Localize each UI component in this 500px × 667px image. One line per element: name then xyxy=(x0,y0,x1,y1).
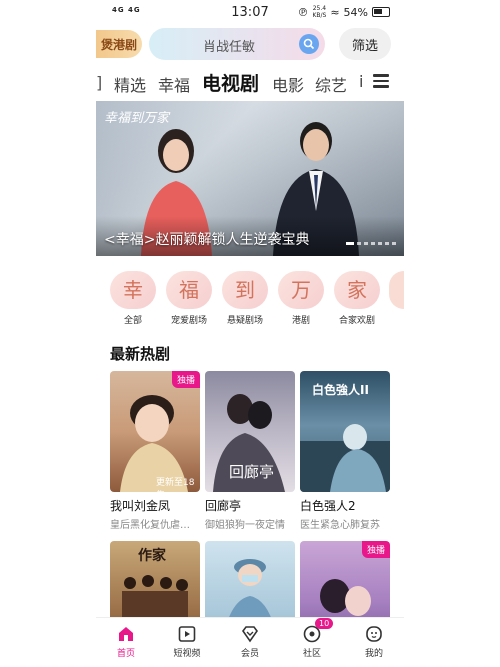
bluetooth-icon: ℗ xyxy=(297,5,309,19)
play-icon xyxy=(178,626,196,642)
filter-button[interactable]: 筛选 xyxy=(339,28,391,60)
nav-community[interactable]: 10 社区 xyxy=(287,618,337,659)
clock: 13:07 xyxy=(231,5,269,20)
banner-logo: 幸福到万家 xyxy=(104,111,170,126)
status-bar: 4G 4G 13:07 ℗ 25.4 KB/S ≈ 54% xyxy=(0,0,500,24)
exclusive-badge: 独播 xyxy=(171,371,200,388)
search-bar[interactable]: 肖战任敏 xyxy=(149,28,325,60)
category-badge: 福 xyxy=(166,271,212,309)
poster-art xyxy=(120,395,188,492)
drama-poster: 回廊亭 xyxy=(205,371,295,492)
nav-label: 首页 xyxy=(116,649,135,659)
category-badge: 幸 xyxy=(110,271,156,309)
banner-caption: <幸福>赵丽颖解锁人生逆袭宝典 xyxy=(104,232,310,248)
drama-card[interactable]: 独播 更新至18集 我叫刘金凤 皇后黑化复仇虐… xyxy=(110,371,200,531)
diamond-icon xyxy=(242,626,258,643)
category-hk-drama[interactable]: 万 港剧 xyxy=(278,271,324,326)
wifi-icon: ≈ xyxy=(330,5,340,19)
drama-card[interactable]: 白色強人II 白色强人2 医生紧急心肺复苏 xyxy=(300,371,390,531)
nav-profile[interactable]: 我的 xyxy=(349,624,399,659)
poster-title-text: 回廊亭 xyxy=(229,463,275,481)
nav-label: 短视频 xyxy=(173,649,201,659)
category-badge: 万 xyxy=(278,271,324,309)
hero-banner[interactable]: 幸福到万家 <幸福>赵丽颖解锁人生逆袭宝典 xyxy=(96,101,404,256)
tab-tv-series[interactable]: 电视剧 xyxy=(202,69,259,96)
nav-short-video[interactable]: 短视频 xyxy=(162,624,212,659)
nav-vip[interactable]: 会员 xyxy=(225,624,275,659)
drama-description: 皇后黑化复仇虐… xyxy=(110,520,190,531)
drama-title: 白色强人2 xyxy=(300,499,356,513)
tab-edge: ] xyxy=(96,73,103,92)
poster-title-text: 作家 xyxy=(138,548,166,564)
network-speed: 25.4 KB/S xyxy=(312,5,326,19)
menu-icon[interactable] xyxy=(373,74,389,88)
poster-episode-text: 更新至18集 xyxy=(156,478,195,492)
drama-poster: 白色強人II xyxy=(300,371,390,492)
nav-label: 我的 xyxy=(364,649,383,659)
category-label: 悬疑剧场 xyxy=(226,316,263,326)
bottom-navigation: 首页 短视频 会员 10 社区 我的 xyxy=(96,617,404,667)
drama-description: 御姐狼狗一夜定情 xyxy=(205,520,285,531)
battery-percent: 54% xyxy=(343,5,368,19)
category-label: 港剧 xyxy=(291,316,310,326)
nav-home[interactable]: 首页 xyxy=(101,624,151,659)
tab-happiness[interactable]: 幸福 xyxy=(158,72,190,96)
category-badge: 家 xyxy=(334,271,380,309)
tab-movies[interactable]: 电影 xyxy=(272,72,304,96)
nav-label: 社区 xyxy=(302,649,321,659)
speed-unit: KB/S xyxy=(312,12,327,19)
search-icon[interactable] xyxy=(299,34,319,54)
drama-poster: 独播 更新至18集 xyxy=(110,371,200,492)
profile-icon xyxy=(366,626,382,642)
category-label: 全部 xyxy=(123,316,142,326)
exclusive-badge: 独播 xyxy=(361,541,390,558)
category-all[interactable]: 幸 全部 xyxy=(110,271,156,326)
banner-pagination xyxy=(346,242,396,245)
category-label: 合家欢剧 xyxy=(338,316,375,326)
category-mystery[interactable]: 到 悬疑剧场 xyxy=(222,271,268,326)
nav-label: 会员 xyxy=(240,649,259,659)
battery-icon xyxy=(372,7,390,17)
drama-description: 医生紧急心肺复苏 xyxy=(300,520,380,531)
tab-more[interactable]: i xyxy=(359,72,363,91)
category-next-edge xyxy=(389,271,404,309)
category-label: 宠爱剧场 xyxy=(170,316,207,326)
notification-badge: 10 xyxy=(315,618,334,629)
poster-title-text: 白色強人II xyxy=(312,383,369,397)
category-family[interactable]: 家 合家欢剧 xyxy=(334,271,380,326)
search-placeholder: 肖战任敏 xyxy=(202,40,255,55)
category-romance[interactable]: 福 宠爱剧场 xyxy=(166,271,212,326)
status-right: ℗ 25.4 KB/S ≈ 54% xyxy=(297,5,390,19)
tab-featured[interactable]: 精选 xyxy=(114,72,146,96)
home-icon xyxy=(119,627,133,641)
tab-variety[interactable]: 综艺 xyxy=(315,72,347,96)
category-tabs: ] 精选 幸福 电视剧 电影 综艺 i xyxy=(96,68,396,96)
drama-card[interactable]: 回廊亭 回廊亭 御姐狼狗一夜定情 xyxy=(205,371,295,531)
speed-value: 25.4 xyxy=(312,5,327,12)
app-screen: 4G 4G 13:07 ℗ 25.4 KB/S ≈ 54% 煲港剧 肖战任敏 筛… xyxy=(0,0,500,667)
drama-title: 我叫刘金凤 xyxy=(110,499,171,513)
drama-title: 回廊亭 xyxy=(205,499,242,513)
section-title: 最新热剧 xyxy=(110,345,171,363)
brand-button[interactable]: 煲港剧 xyxy=(96,30,142,58)
category-badge: 到 xyxy=(222,271,268,309)
